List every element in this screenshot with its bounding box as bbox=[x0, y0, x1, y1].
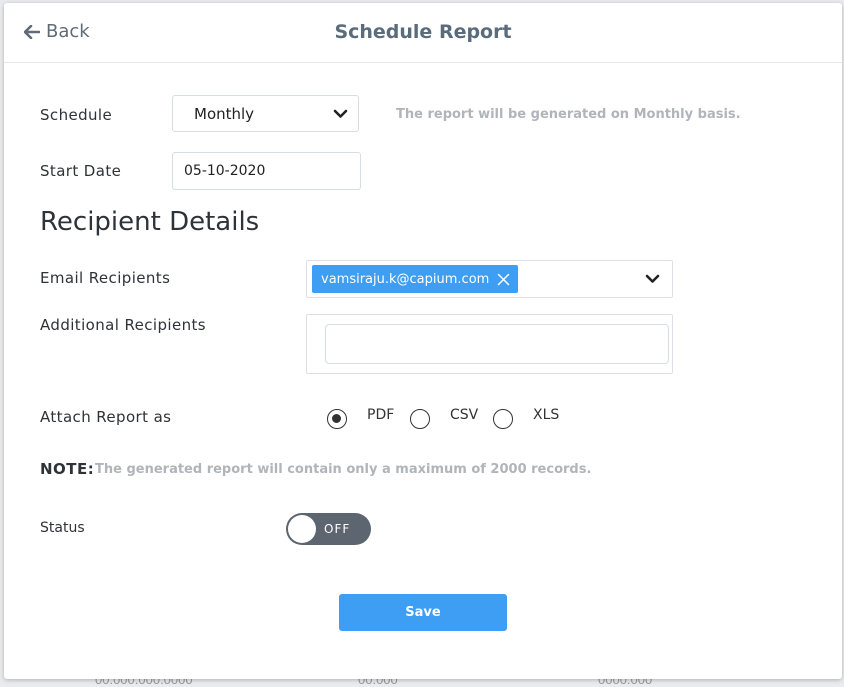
email-recipients-select[interactable]: vamsiraju.k@capium.com bbox=[306, 260, 673, 298]
additional-recipients-label: Additional Recipients bbox=[40, 316, 206, 334]
start-date-label: Start Date bbox=[40, 162, 122, 180]
schedule-select[interactable]: Monthly bbox=[172, 95, 359, 132]
start-date-input[interactable]: 05-10-2020 bbox=[172, 152, 361, 190]
modal-header: Back Schedule Report bbox=[4, 3, 842, 63]
schedule-value: Monthly bbox=[194, 104, 255, 123]
radio-xls[interactable] bbox=[493, 409, 513, 429]
schedule-report-modal: Back Schedule Report Schedule Monthly Th… bbox=[4, 3, 842, 679]
additional-recipients-container bbox=[306, 314, 673, 374]
email-recipients-label: Email Recipients bbox=[40, 269, 171, 287]
modal-title: Schedule Report bbox=[334, 21, 512, 43]
chevron-down-icon[interactable] bbox=[645, 274, 660, 284]
additional-recipients-input[interactable] bbox=[325, 324, 669, 364]
attach-report-label: Attach Report as bbox=[40, 408, 172, 426]
chevron-down-icon bbox=[333, 109, 348, 118]
save-button[interactable]: Save bbox=[339, 594, 507, 631]
schedule-hint: The report will be generated on Monthly … bbox=[396, 107, 741, 122]
radio-pdf-label: PDF bbox=[367, 407, 395, 423]
note-text: The generated report will contain only a… bbox=[95, 462, 592, 477]
recipient-chip-label: vamsiraju.k@capium.com bbox=[321, 271, 490, 287]
radio-pdf[interactable] bbox=[327, 409, 347, 429]
status-toggle[interactable]: OFF bbox=[286, 513, 371, 545]
recipient-details-heading: Recipient Details bbox=[40, 207, 260, 237]
close-icon[interactable] bbox=[497, 273, 510, 286]
status-label: Status bbox=[40, 520, 85, 536]
toggle-knob bbox=[288, 515, 316, 543]
toggle-state-text: OFF bbox=[324, 522, 351, 536]
schedule-label: Schedule bbox=[40, 106, 113, 124]
radio-csv-label: CSV bbox=[450, 407, 479, 423]
note-label: NOTE: bbox=[40, 460, 95, 478]
radio-csv[interactable] bbox=[410, 409, 430, 429]
recipient-chip: vamsiraju.k@capium.com bbox=[312, 265, 519, 293]
radio-xls-label: XLS bbox=[533, 407, 560, 423]
